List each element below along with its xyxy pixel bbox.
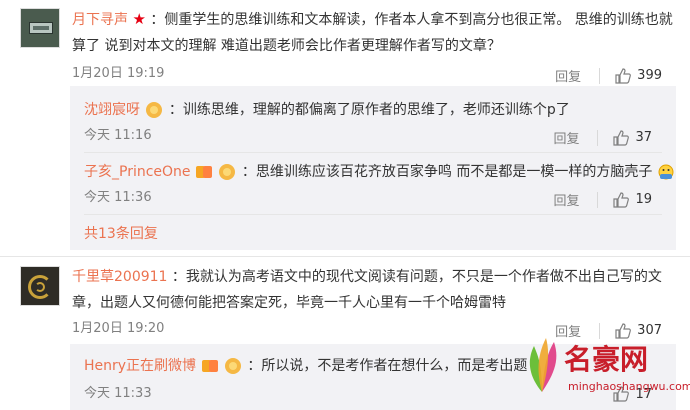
vip-badge-icon: [195, 164, 212, 180]
vip-badge-icon: [201, 358, 218, 374]
reply-button[interactable]: 回复: [553, 190, 579, 209]
timestamp: 1月20日 19:19: [72, 66, 165, 81]
watermark-text: 名豪网: [564, 343, 649, 376]
thumbs-up-icon[interactable]: [615, 67, 632, 84]
divider: [597, 129, 599, 146]
username[interactable]: 沈翊宸呀: [84, 102, 140, 118]
thumbs-up-icon[interactable]: [613, 191, 630, 208]
username[interactable]: Henry正在刷微博: [84, 358, 196, 374]
like-count: 399: [637, 68, 662, 83]
more-replies-link[interactable]: 共13条回复: [84, 224, 158, 244]
watermark-url: minghaoshangwu.com: [568, 380, 690, 393]
comment-1: 月下寻声 ★ ：侧重学生的思维训练和文本解读，作者本人拿不到高分也很正常。 思维…: [0, 0, 690, 250]
username[interactable]: 千里草200911: [72, 269, 167, 285]
like-count: 37: [635, 130, 652, 145]
divider: [597, 191, 599, 208]
avatar[interactable]: [20, 8, 60, 48]
reply-text: Henry正在刷微博 ：所以说，不是考作者在想什么，而是考出题: [84, 358, 528, 374]
reply-button[interactable]: 回复: [553, 128, 579, 147]
username[interactable]: 子亥_PrinceOne: [84, 164, 191, 180]
level-badge-icon: [219, 164, 236, 180]
reply-actions: 回复 19: [553, 190, 652, 209]
divider: [599, 67, 601, 84]
timestamp: 今天 11:33: [84, 386, 152, 401]
vip-badge-icon: [146, 102, 163, 118]
leaf-logo-icon: [529, 338, 557, 392]
comment-text-line1: 千里草200911 ：我就认为高考语文中的现代文阅读有问题，不只是一个作者做不出…: [72, 269, 662, 285]
level-badge-icon: [224, 358, 241, 374]
emoji-icon: [658, 164, 674, 180]
reply-button[interactable]: 回复: [555, 66, 581, 85]
thumbs-up-icon[interactable]: [613, 129, 630, 146]
timestamp: 今天 11:16: [84, 128, 152, 143]
timestamp: 1月20日 19:20: [72, 321, 165, 336]
replies-box: 沈翊宸呀 ：训练思维，理解的都偏离了原作者的思维了，老师还训练个p了 今天 11…: [70, 86, 676, 250]
divider: [84, 152, 662, 153]
divider: [84, 214, 662, 215]
reply-text: 子亥_PrinceOne ：思维训练应该百花齐放百家争鸣 而不是都是一模一样的方…: [84, 162, 675, 182]
comment-actions: 回复 399: [555, 66, 662, 85]
like-count: 19: [635, 192, 652, 207]
reply-actions: 回复 37: [553, 128, 652, 147]
site-watermark: 名豪网 minghaoshangwu.com: [516, 328, 690, 410]
avatar[interactable]: [20, 266, 60, 306]
reply-text: 沈翊宸呀 ：训练思维，理解的都偏离了原作者的思维了，老师还训练个p了: [84, 102, 570, 118]
comment-text-line2: 章，出题人又何德何能把答案定死，毕竟一千人心里有一千个哈姆雷特: [72, 295, 506, 311]
timestamp: 今天 11:36: [84, 190, 152, 205]
star-icon: ★: [132, 10, 146, 28]
comment-text-line1: 月下寻声 ★ ：侧重学生的思维训练和文本解读，作者本人拿不到高分也很正常。 思维…: [72, 10, 673, 28]
comment-text-line2: 算了 说到对本文的理解 难道出题老师会比作者更理解作者写的文章？: [72, 38, 501, 54]
username[interactable]: 月下寻声: [72, 12, 128, 28]
